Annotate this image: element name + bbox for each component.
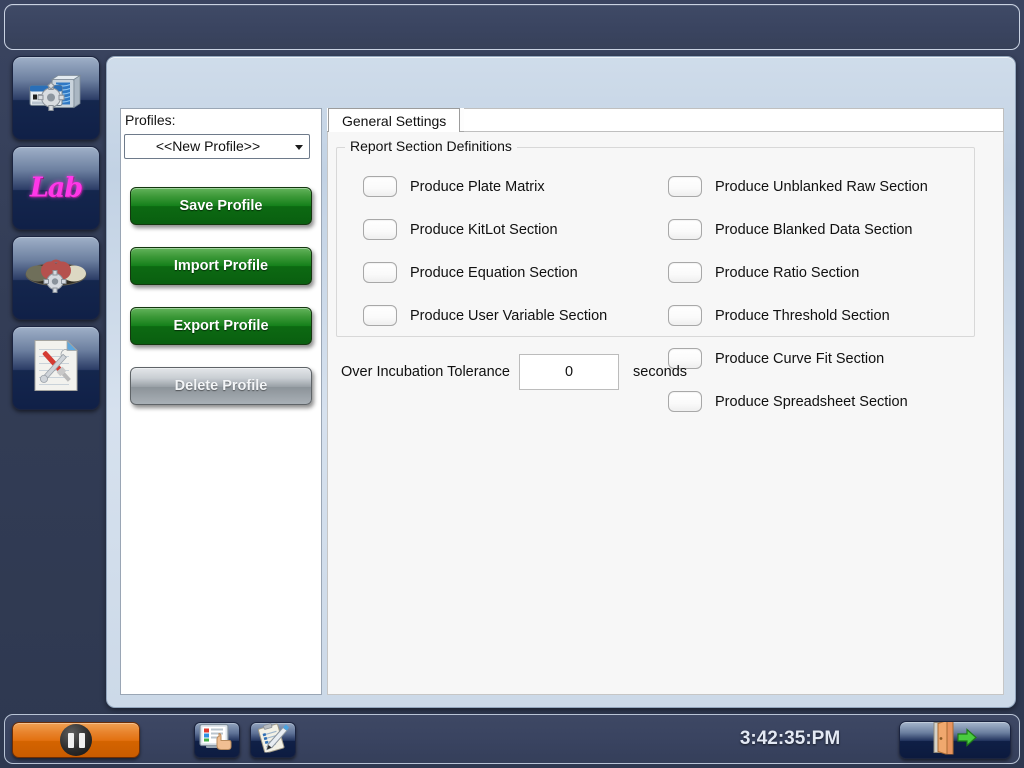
- plate-gear-icon: [24, 255, 88, 302]
- exit-door-icon: [930, 722, 980, 758]
- group-title: Report Section Definitions: [345, 138, 517, 154]
- checkbox-produce-equation-section[interactable]: [363, 262, 397, 283]
- checkbox-produce-spreadsheet-section[interactable]: [668, 391, 702, 412]
- checkbox-label: Produce Ratio Section: [715, 264, 860, 281]
- import-profile-button[interactable]: Import Profile: [130, 247, 312, 285]
- status-bar: 3:42:35:PM: [4, 714, 1020, 764]
- checkbox-produce-ratio-section[interactable]: [668, 262, 702, 283]
- tab-panel-general-settings: Report Section Definitions Produce Plate…: [327, 132, 1004, 695]
- tab-strip: General Settings: [327, 108, 1004, 132]
- export-profile-button[interactable]: Export Profile: [130, 307, 312, 345]
- profiles-label: Profiles:: [125, 112, 176, 128]
- checkbox-row-produce-user-variable-section[interactable]: Produce User Variable Section: [363, 305, 607, 326]
- checkbox-row-produce-equation-section[interactable]: Produce Equation Section: [363, 262, 578, 283]
- clipboard-checklist-icon: [256, 723, 290, 757]
- checkbox-row-produce-threshold-section[interactable]: Produce Threshold Section: [668, 305, 890, 326]
- touchscreen-icon: [199, 723, 235, 757]
- checkbox-label: Produce Equation Section: [410, 264, 578, 281]
- document-tools-icon: [29, 338, 83, 399]
- checkbox-label: Produce Curve Fit Section: [715, 350, 885, 367]
- touchscreen-button[interactable]: [194, 722, 240, 758]
- checkbox-produce-unblanked-raw-section[interactable]: [668, 176, 702, 197]
- profiles-panel: Profiles: <<New Profile>> Save Profile I…: [120, 108, 322, 695]
- checkbox-produce-plate-matrix[interactable]: [363, 176, 397, 197]
- checkbox-row-produce-blanked-data-section[interactable]: Produce Blanked Data Section: [668, 219, 913, 240]
- pause-icon: [60, 724, 92, 756]
- sidebar-item-instrument-settings[interactable]: [12, 56, 100, 140]
- sidebar-item-assay-settings[interactable]: [12, 236, 100, 320]
- checkbox-row-produce-curve-fit-section[interactable]: Produce Curve Fit Section: [668, 348, 884, 369]
- sidebar-item-lab[interactable]: Lab: [12, 146, 100, 230]
- title-bar: [4, 4, 1020, 50]
- tolerance-input[interactable]: 0: [519, 354, 620, 390]
- application-window: Lab Profiles: <<New Profile>> Save Profi…: [0, 0, 1024, 768]
- settings-tab-area: General Settings Report Section Definiti…: [327, 108, 1004, 695]
- lab-logo-icon: Lab: [29, 172, 83, 204]
- delete-profile-button[interactable]: Delete Profile: [130, 367, 312, 405]
- pause-bar-right: [78, 732, 85, 748]
- profile-select-value: <<New Profile>>: [155, 138, 261, 154]
- checkbox-label: Produce Unblanked Raw Section: [715, 178, 928, 195]
- chevron-down-icon: [295, 145, 303, 150]
- checkbox-row-produce-plate-matrix[interactable]: Produce Plate Matrix: [363, 176, 545, 197]
- status-clock: 3:42:35:PM: [739, 728, 841, 749]
- sidebar: Lab: [8, 56, 104, 706]
- main-panel: Profiles: <<New Profile>> Save Profile I…: [106, 56, 1016, 708]
- tolerance-unit: seconds: [633, 364, 688, 380]
- clipboard-checklist-button[interactable]: [250, 722, 296, 758]
- checkbox-row-produce-kitlot-section[interactable]: Produce KitLot Section: [363, 219, 558, 240]
- exit-button[interactable]: [899, 721, 1011, 759]
- checkbox-produce-blanked-data-section[interactable]: [668, 219, 702, 240]
- checkbox-produce-threshold-section[interactable]: [668, 305, 702, 326]
- checkbox-label: Produce KitLot Section: [410, 221, 558, 238]
- sidebar-item-utilities[interactable]: [12, 326, 100, 410]
- pause-bar-left: [67, 732, 74, 748]
- tolerance-label: Over Incubation Tolerance: [341, 364, 511, 380]
- checkbox-row-produce-ratio-section[interactable]: Produce Ratio Section: [668, 262, 859, 283]
- report-section-definitions-group: Report Section Definitions Produce Plate…: [336, 138, 975, 412]
- checkbox-row-produce-unblanked-raw-section[interactable]: Produce Unblanked Raw Section: [668, 176, 928, 197]
- checkbox-produce-kitlot-section[interactable]: [363, 219, 397, 240]
- checkbox-label: Produce User Variable Section: [410, 307, 608, 324]
- tab-strip-filler: [464, 108, 1004, 132]
- pause-button[interactable]: [12, 722, 140, 758]
- checkbox-label: Produce Plate Matrix: [410, 178, 545, 195]
- checkbox-label: Produce Spreadsheet Section: [715, 393, 908, 410]
- checkbox-label: Produce Threshold Section: [715, 307, 890, 324]
- checkbox-label: Produce Blanked Data Section: [715, 221, 913, 238]
- profile-select[interactable]: <<New Profile>>: [124, 134, 310, 159]
- checkbox-produce-user-variable-section[interactable]: [363, 305, 397, 326]
- tab-general-settings[interactable]: General Settings: [328, 108, 461, 132]
- save-profile-button[interactable]: Save Profile: [130, 187, 312, 225]
- checkbox-row-produce-spreadsheet-section[interactable]: Produce Spreadsheet Section: [668, 391, 908, 412]
- instrument-gear-icon: [25, 74, 87, 123]
- over-incubation-tolerance-row: Over Incubation Tolerance 0 seconds: [341, 354, 687, 390]
